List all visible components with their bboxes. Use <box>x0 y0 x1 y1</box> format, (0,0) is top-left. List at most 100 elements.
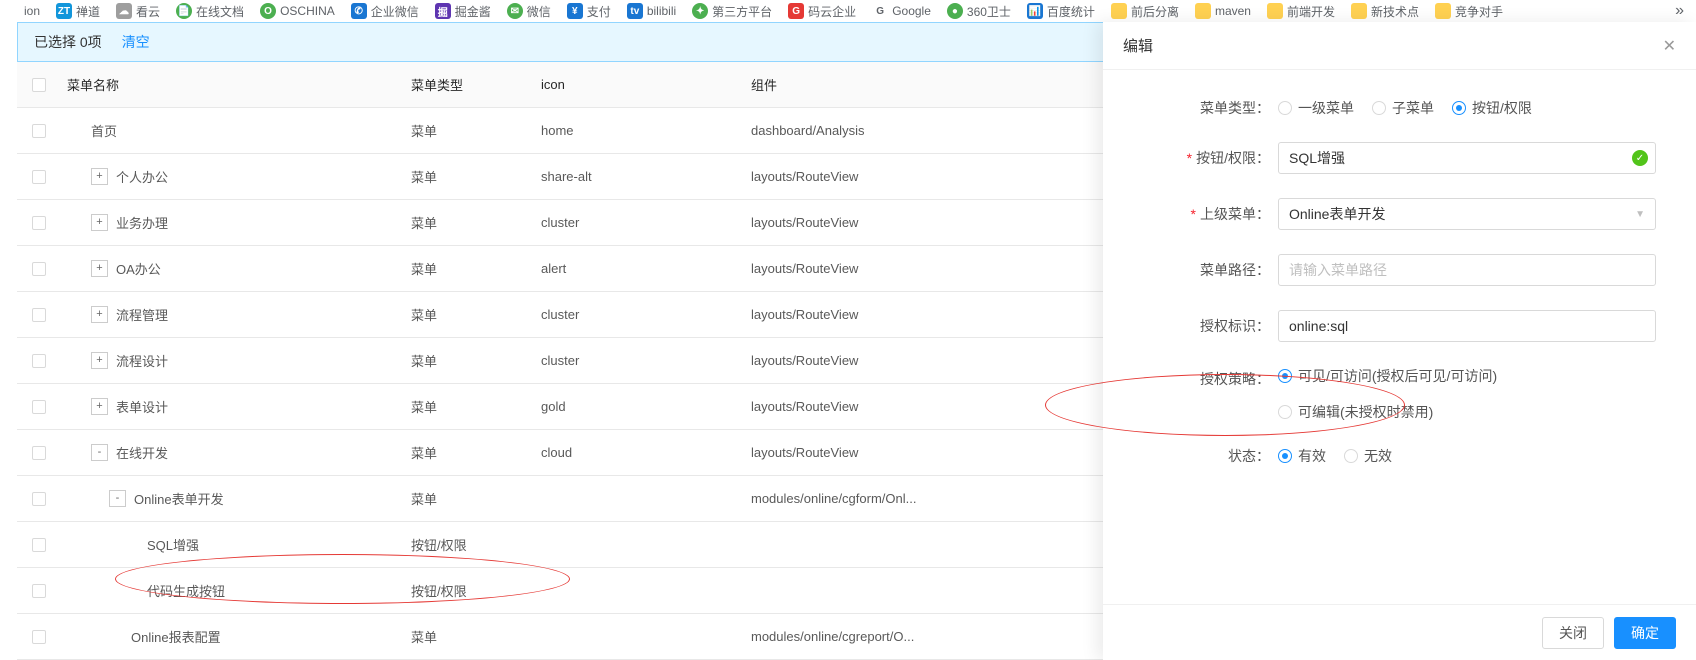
menu-path-input[interactable] <box>1278 254 1656 286</box>
radio-status-valid[interactable]: 有效 <box>1278 446 1326 466</box>
bookmark-item[interactable]: ✆企业微信 <box>351 3 419 20</box>
selection-count: 已选择 0项 <box>34 32 102 52</box>
label-auth-code: 授权标识： <box>1103 316 1278 336</box>
bookmark-item[interactable]: tvbilibili <box>627 3 676 19</box>
radio-status-invalid[interactable]: 无效 <box>1344 446 1392 466</box>
bookmark-label: OSCHINA <box>280 4 335 18</box>
clear-selection-link[interactable]: 清空 <box>122 32 150 52</box>
bookmark-item[interactable]: ●360卫士 <box>947 3 1011 20</box>
bookmark-item[interactable]: 前后分离 <box>1111 3 1179 20</box>
expand-icon[interactable]: + <box>91 398 108 415</box>
bookmark-item[interactable]: G码云企业 <box>788 3 856 20</box>
icon-cell: cluster <box>541 307 751 322</box>
expand-icon[interactable]: + <box>91 260 108 277</box>
row-checkbox[interactable] <box>32 400 46 414</box>
icon-cell: cluster <box>541 353 751 368</box>
menu-name: 个人办公 <box>116 167 168 186</box>
bookmark-item[interactable]: 新技术点 <box>1351 3 1419 20</box>
row-checkbox[interactable] <box>32 216 46 230</box>
bookmark-item[interactable]: GGoogle <box>872 3 931 19</box>
menu-type-cell: 菜单 <box>411 489 541 508</box>
bookmark-item[interactable]: 前端开发 <box>1267 3 1335 20</box>
bookmark-icon <box>1111 3 1127 19</box>
drawer-title: 编辑 <box>1123 35 1153 56</box>
col-header-name: 菜单名称 <box>61 75 411 94</box>
row-checkbox[interactable] <box>32 446 46 460</box>
row-checkbox[interactable] <box>32 262 46 276</box>
collapse-icon[interactable]: - <box>109 490 126 507</box>
menu-name: 流程管理 <box>116 305 168 324</box>
select-all-checkbox[interactable] <box>32 78 46 92</box>
bookmark-icon: 掘 <box>435 3 451 19</box>
parent-menu-select[interactable]: Online表单开发 ▼ <box>1278 198 1656 230</box>
bookmark-label: 360卫士 <box>967 3 1011 20</box>
row-checkbox[interactable] <box>32 170 46 184</box>
bookmark-label: 掘金酱 <box>455 3 491 20</box>
bookmark-item[interactable]: OOSCHINA <box>260 3 335 19</box>
row-checkbox[interactable] <box>32 630 46 644</box>
menu-name: 流程设计 <box>116 351 168 370</box>
bookmark-item[interactable]: 掘掘金酱 <box>435 3 491 20</box>
bookmark-label: 微信 <box>527 3 551 20</box>
radio-policy-visible[interactable]: 可见/可访问(授权后可见/可访问) <box>1278 366 1497 386</box>
menu-name: 代码生成按钮 <box>147 581 225 600</box>
bookmark-icon: ● <box>947 3 963 19</box>
expand-icon[interactable]: + <box>91 168 108 185</box>
radio-policy-editable[interactable]: 可编辑(未授权时禁用) <box>1278 402 1433 422</box>
radio-top-menu[interactable]: 一级菜单 <box>1278 98 1354 118</box>
bookmarks-overflow-icon[interactable]: » <box>1667 2 1692 20</box>
bookmark-label: maven <box>1215 4 1251 18</box>
radio-button-perm[interactable]: 按钮/权限 <box>1452 98 1532 118</box>
bookmark-item[interactable]: ☁看云 <box>116 3 160 20</box>
bookmark-icon: ✦ <box>692 3 708 19</box>
menu-name: 表单设计 <box>116 397 168 416</box>
menu-type-cell: 菜单 <box>411 305 541 324</box>
collapse-icon[interactable]: - <box>91 444 108 461</box>
bookmark-item[interactable]: ¥支付 <box>567 3 611 20</box>
bookmark-icon <box>1435 3 1451 19</box>
row-checkbox[interactable] <box>32 124 46 138</box>
expand-icon[interactable]: + <box>91 352 108 369</box>
bookmark-item[interactable]: ✦第三方平台 <box>692 3 772 20</box>
drawer-footer: 关闭 确定 <box>1103 604 1696 660</box>
expand-icon[interactable]: + <box>91 214 108 231</box>
bookmark-item[interactable]: ion <box>4 3 40 19</box>
icon-cell: alert <box>541 261 751 276</box>
bookmark-item[interactable]: 竞争对手 <box>1435 3 1503 20</box>
col-header-icon: icon <box>541 77 751 92</box>
bookmark-item[interactable]: maven <box>1195 3 1251 19</box>
menu-name: 业务办理 <box>116 213 168 232</box>
chevron-down-icon: ▼ <box>1635 209 1645 220</box>
row-checkbox[interactable] <box>32 308 46 322</box>
expand-icon[interactable]: + <box>91 306 108 323</box>
bookmark-label: 竞争对手 <box>1455 3 1503 20</box>
bookmark-item[interactable]: ✉微信 <box>507 3 551 20</box>
label-auth-policy: 授权策略： <box>1103 366 1278 389</box>
icon-cell: home <box>541 123 751 138</box>
bookmark-label: 看云 <box>136 3 160 20</box>
bookmark-item[interactable]: ZT禅道 <box>56 3 100 20</box>
menu-type-cell: 菜单 <box>411 121 541 140</box>
bookmark-label: 支付 <box>587 3 611 20</box>
close-icon[interactable]: ✕ <box>1663 36 1676 56</box>
icon-cell: cluster <box>541 215 751 230</box>
bookmark-label: Google <box>892 4 931 18</box>
radio-sub-menu[interactable]: 子菜单 <box>1372 98 1434 118</box>
label-btn-perm: *按钮/权限： <box>1103 148 1278 168</box>
close-button[interactable]: 关闭 <box>1542 617 1604 649</box>
bookmark-label: 前端开发 <box>1287 3 1335 20</box>
row-checkbox[interactable] <box>32 492 46 506</box>
bookmark-item[interactable]: 📄在线文档 <box>176 3 244 20</box>
bookmark-icon <box>4 3 20 19</box>
row-checkbox[interactable] <box>32 584 46 598</box>
auth-code-input[interactable] <box>1278 310 1656 342</box>
btn-perm-input[interactable] <box>1278 142 1656 174</box>
menu-type-cell: 菜单 <box>411 167 541 186</box>
bookmark-item[interactable]: 📊百度统计 <box>1027 3 1095 20</box>
row-checkbox[interactable] <box>32 538 46 552</box>
bookmark-icon: 📄 <box>176 3 192 19</box>
row-checkbox[interactable] <box>32 354 46 368</box>
bookmark-icon: G <box>788 3 804 19</box>
ok-button[interactable]: 确定 <box>1614 617 1676 649</box>
menu-type-cell: 菜单 <box>411 351 541 370</box>
